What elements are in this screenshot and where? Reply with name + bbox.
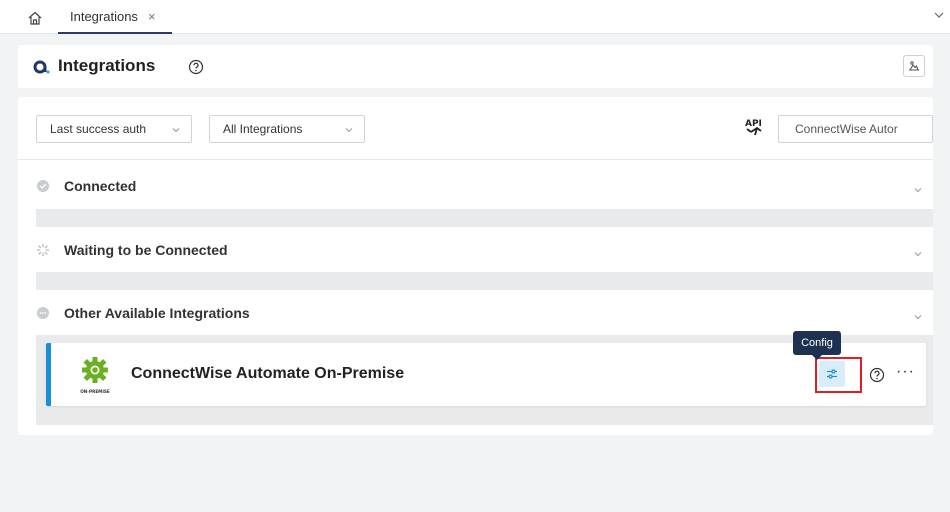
connectwise-logo-icon: ON-PREMISE — [73, 353, 117, 397]
chevron-down-icon[interactable] — [913, 182, 923, 193]
chevron-down-icon — [344, 124, 354, 134]
top-tab-bar: Integrations × — [0, 0, 950, 34]
section-connected-body — [36, 209, 933, 227]
tab-close-icon[interactable]: × — [148, 9, 156, 24]
section-other-available[interactable]: Other Available Integrations — [18, 290, 933, 336]
sliders-icon — [827, 369, 837, 379]
integration-name: ConnectWise Automate On-Premise — [131, 365, 405, 382]
chevron-down-icon — [171, 124, 181, 134]
help-icon[interactable] — [869, 367, 885, 383]
help-icon[interactable] — [188, 59, 204, 75]
image-export-button[interactable] — [903, 55, 925, 77]
home-icon[interactable] — [26, 9, 44, 27]
sort-select-value: Last success auth — [50, 122, 147, 136]
config-button[interactable] — [819, 361, 845, 387]
integration-type-select[interactable]: All Integrations — [209, 115, 365, 143]
search-input[interactable] — [795, 122, 932, 136]
search-field[interactable] — [778, 115, 933, 143]
svg-text:API: API — [745, 119, 762, 129]
more-options-icon[interactable]: ··· — [896, 363, 915, 381]
tab-label: Integrations — [70, 8, 138, 24]
section-title: Connected — [64, 178, 137, 194]
section-title: Waiting to be Connected — [64, 242, 228, 258]
section-title: Other Available Integrations — [64, 305, 250, 321]
check-circle-icon — [36, 179, 50, 193]
page-title: Integrations — [58, 56, 156, 75]
api-icon[interactable]: API — [743, 117, 765, 139]
loading-spinner-icon — [36, 243, 50, 257]
chevron-down-icon[interactable] — [913, 309, 923, 320]
section-waiting-body — [36, 272, 933, 290]
more-circle-icon — [36, 306, 50, 320]
config-tooltip: Config — [793, 331, 841, 360]
filter-toolbar: Last success auth All Integrations API — [18, 97, 933, 160]
chevron-down-icon[interactable] — [932, 8, 946, 22]
section-connected[interactable]: Connected — [18, 163, 933, 209]
type-select-value: All Integrations — [223, 122, 303, 136]
sort-select[interactable]: Last success auth — [36, 115, 192, 143]
brand-logo-icon — [32, 58, 50, 76]
logo-caption: ON-PREMISE — [80, 389, 110, 394]
integrations-panel: Last success auth All Integrations API C… — [18, 97, 933, 435]
chevron-down-icon[interactable] — [913, 246, 923, 257]
tab-integrations[interactable]: Integrations × — [58, 0, 172, 34]
image-export-icon — [909, 61, 919, 71]
page-header: Integrations — [18, 45, 933, 88]
section-waiting[interactable]: Waiting to be Connected — [18, 227, 933, 273]
